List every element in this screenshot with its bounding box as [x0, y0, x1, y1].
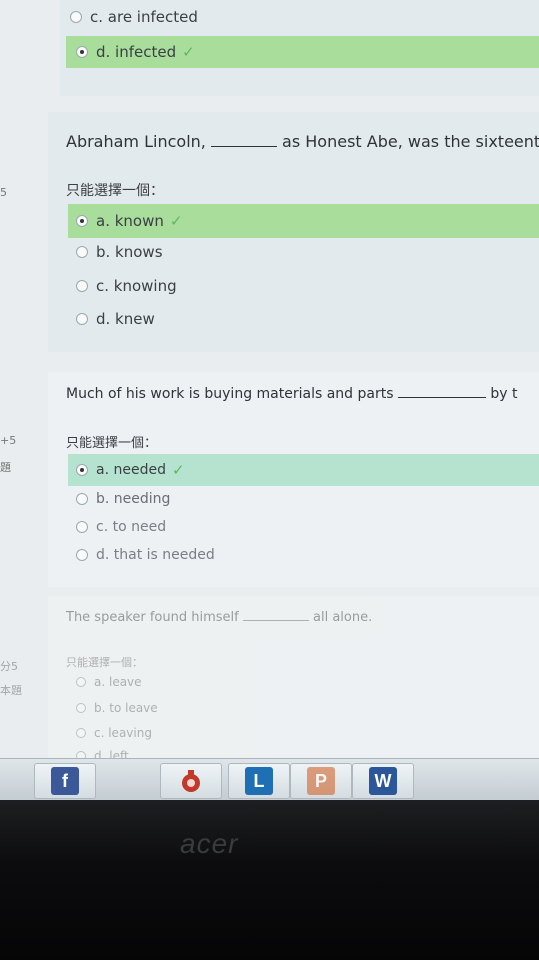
question-side-info: +5 題: [0, 434, 48, 475]
app-icon-shape: [182, 770, 200, 792]
radio-button[interactable]: [76, 703, 86, 713]
option-label: d. that is needed: [96, 547, 215, 563]
question-text-after: all alone.: [313, 610, 373, 625]
option-label: c. to need: [96, 519, 167, 535]
question-2: +5 題 Much of his work is buying material…: [0, 372, 539, 592]
option-label: a. leave: [94, 675, 142, 689]
question-1: 5 Abraham Lincoln, as Honest Abe, was th…: [0, 112, 539, 362]
facebook-icon: f: [51, 767, 79, 795]
taskbar-app-button[interactable]: [160, 763, 222, 799]
question-text: Much of his work is buying materials and…: [66, 386, 518, 402]
side-text: 分5: [0, 660, 18, 673]
option-c[interactable]: c. to need: [68, 512, 539, 542]
radio-button-selected[interactable]: [76, 464, 88, 476]
question-3-body: The speaker found himself all alone. 只能選…: [48, 596, 539, 766]
radio-button-selected[interactable]: [76, 46, 88, 58]
choose-one-prompt: 只能選擇一個：: [66, 436, 158, 451]
question-previous-body: c. are infected d. infected ✓: [60, 0, 539, 96]
radio-button[interactable]: [76, 549, 88, 561]
taskbar-word-button[interactable]: W: [352, 763, 414, 799]
question-3: 分5 本題 The speaker found himself all alon…: [0, 596, 539, 766]
radio-button[interactable]: [76, 677, 86, 687]
option-d[interactable]: d. infected ✓: [66, 36, 539, 68]
option-label: d. infected: [96, 43, 177, 61]
check-icon: ✓: [169, 212, 183, 230]
radio-button[interactable]: [76, 280, 88, 292]
side-text: 5: [0, 186, 7, 199]
radio-button[interactable]: [76, 493, 88, 505]
option-label: a. needed: [96, 462, 166, 478]
brand-logo: acer: [180, 828, 239, 859]
option-label: c. leaving: [94, 726, 152, 740]
question-side-info: 5: [0, 186, 48, 199]
option-c[interactable]: c. knowing: [68, 271, 539, 301]
question-text: The speaker found himself all alone.: [66, 610, 372, 625]
side-text: 本題: [0, 684, 22, 697]
powerpoint-icon: P: [307, 767, 335, 795]
answer-blank: [397, 397, 486, 398]
option-label: c. knowing: [96, 277, 177, 295]
question-text-after: by t: [490, 386, 518, 402]
option-d[interactable]: d. that is needed: [68, 540, 539, 570]
question-2-body: Much of his work is buying materials and…: [48, 372, 539, 587]
answer-blank: [210, 146, 277, 147]
question-previous: c. are infected d. infected ✓: [0, 0, 539, 100]
option-label: b. needing: [96, 491, 171, 507]
app-icon: [177, 767, 205, 795]
taskbar: f L P W: [0, 758, 539, 800]
side-text: 題: [0, 461, 11, 474]
question-side-info: 分5 本題: [0, 658, 48, 698]
option-label: c. are infected: [90, 8, 198, 26]
option-a[interactable]: a. known ✓: [68, 204, 539, 238]
radio-button[interactable]: [76, 246, 88, 258]
side-text: +5: [0, 434, 17, 447]
taskbar-facebook-button[interactable]: f: [34, 763, 96, 799]
lync-icon: L: [245, 767, 273, 795]
radio-button[interactable]: [76, 521, 88, 533]
taskbar-lync-button[interactable]: L: [228, 763, 290, 799]
question-text-before: Much of his work is buying materials and…: [66, 386, 394, 402]
question-text-after: as Honest Abe, was the sixteenth: [282, 132, 539, 151]
choose-one-prompt: 只能選擇一個：: [66, 183, 164, 199]
option-a[interactable]: a. needed ✓: [68, 454, 539, 486]
option-b[interactable]: b. knows: [68, 237, 539, 267]
question-1-body: Abraham Lincoln, as Honest Abe, was the …: [48, 112, 539, 352]
option-d[interactable]: d. knew: [68, 304, 539, 334]
option-label: b. to leave: [94, 701, 158, 715]
option-c[interactable]: c. leaving: [68, 721, 539, 745]
option-b[interactable]: b. needing: [68, 484, 539, 514]
monitor-bezel: [0, 800, 539, 960]
question-text: Abraham Lincoln, as Honest Abe, was the …: [66, 132, 539, 151]
question-text-before: Abraham Lincoln,: [66, 132, 206, 151]
choose-one-prompt: 只能選擇一個：: [66, 656, 143, 669]
question-text-before: The speaker found himself: [66, 610, 239, 625]
option-label: d. knew: [96, 310, 155, 328]
radio-button[interactable]: [76, 728, 86, 738]
option-label: b. knows: [96, 243, 163, 261]
taskbar-powerpoint-button[interactable]: P: [290, 763, 352, 799]
option-label: a. known: [96, 212, 164, 230]
option-a[interactable]: a. leave: [68, 670, 539, 694]
answer-blank: [242, 620, 309, 621]
word-icon: W: [369, 767, 397, 795]
radio-button[interactable]: [76, 313, 88, 325]
quiz-screen: c. are infected d. infected ✓ 5 Abraham …: [0, 0, 539, 800]
option-b[interactable]: b. to leave: [68, 696, 539, 720]
radio-button[interactable]: [70, 11, 82, 23]
check-icon: ✓: [182, 43, 195, 61]
option-c[interactable]: c. are infected: [70, 2, 539, 32]
radio-button-selected[interactable]: [76, 215, 88, 227]
check-icon: ✓: [171, 461, 185, 479]
